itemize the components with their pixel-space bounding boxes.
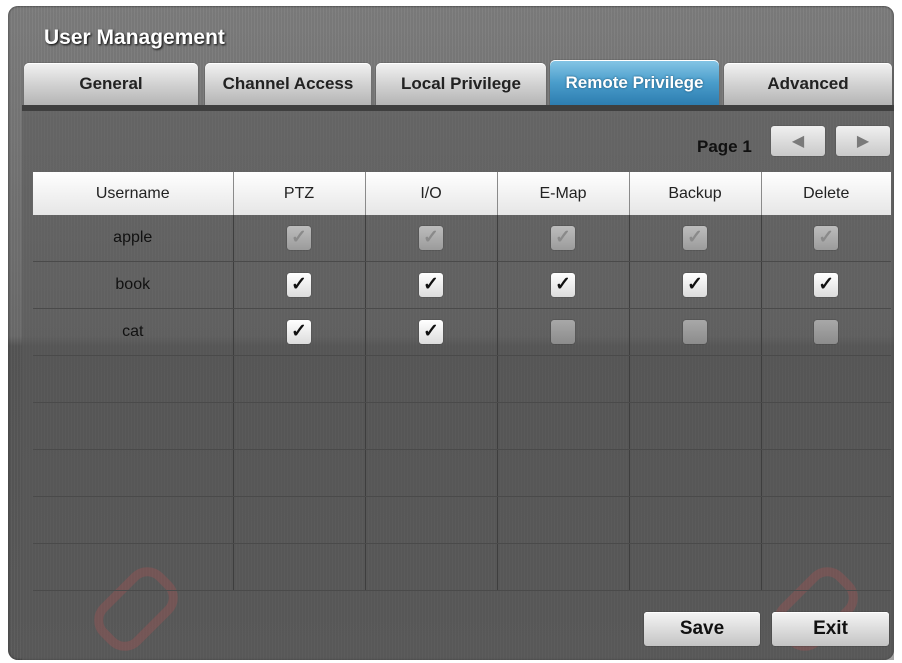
io-cell: ✓ — [365, 215, 498, 262]
column-header-username: Username — [33, 172, 234, 215]
backup-checkbox[interactable] — [683, 320, 707, 344]
empty-cell — [629, 355, 762, 403]
prev-page-button[interactable]: ◀ — [771, 126, 825, 156]
io-cell: ✓ — [365, 308, 498, 356]
emap-checkbox[interactable] — [551, 320, 575, 344]
empty-cell — [33, 543, 234, 591]
table-header-row: Username PTZ I/O E-Map Backup Delete — [33, 172, 891, 215]
page-indicator: Page 1 — [697, 137, 752, 156]
empty-cell — [365, 355, 498, 403]
empty-table-row — [33, 402, 891, 450]
empty-cell — [497, 496, 630, 544]
username-cell: cat — [33, 308, 234, 356]
column-header-backup: Backup — [629, 172, 762, 215]
empty-cell — [233, 496, 366, 544]
empty-cell — [233, 543, 366, 591]
column-header-io: I/O — [365, 172, 498, 215]
emap-cell — [497, 308, 630, 356]
io-cell: ✓ — [365, 261, 498, 309]
exit-button[interactable]: Exit — [772, 612, 889, 646]
window-title: User Management — [44, 26, 225, 49]
next-page-button[interactable]: ▶ — [836, 126, 890, 156]
left-triangle-icon: ◀ — [791, 133, 805, 150]
empty-cell — [233, 449, 366, 497]
io-checkbox: ✓ — [419, 226, 443, 250]
delete-checkbox[interactable]: ✓ — [814, 273, 839, 297]
empty-cell — [233, 402, 366, 450]
right-triangle-icon: ▶ — [856, 133, 870, 150]
backup-checkbox[interactable]: ✓ — [683, 273, 707, 297]
table-row: book ✓ ✓ ✓ ✓ ✓ — [33, 261, 891, 309]
table-row: cat ✓ ✓ — [33, 308, 891, 356]
ptz-cell: ✓ — [233, 308, 366, 356]
backup-cell: ✓ — [629, 215, 762, 262]
ptz-checkbox: ✓ — [287, 226, 311, 250]
empty-cell — [497, 543, 630, 591]
tab-general[interactable]: General — [24, 63, 198, 105]
empty-cell — [761, 355, 891, 403]
empty-cell — [33, 402, 234, 450]
privilege-table: Username PTZ I/O E-Map Backup Delete app… — [33, 172, 891, 591]
empty-table-row — [33, 496, 891, 544]
username-cell: book — [33, 261, 234, 309]
empty-table-row — [33, 449, 891, 497]
emap-checkbox[interactable]: ✓ — [551, 273, 575, 297]
empty-cell — [497, 355, 630, 403]
column-header-delete: Delete — [761, 172, 891, 215]
username-cell: apple — [33, 215, 234, 262]
ptz-cell: ✓ — [233, 215, 366, 262]
tab-remote-privilege[interactable]: Remote Privilege — [550, 60, 719, 105]
tab-bar: General Channel Access Local Privilege R… — [24, 60, 894, 111]
empty-cell — [629, 496, 762, 544]
empty-cell — [233, 355, 366, 403]
delete-checkbox[interactable] — [814, 320, 839, 344]
column-header-ptz: PTZ — [233, 172, 366, 215]
ptz-checkbox[interactable]: ✓ — [287, 320, 311, 344]
backup-cell: ✓ — [629, 261, 762, 309]
empty-cell — [629, 543, 762, 591]
empty-cell — [33, 496, 234, 544]
empty-cell — [761, 402, 891, 450]
emap-cell: ✓ — [497, 215, 630, 262]
backup-cell — [629, 308, 762, 356]
ptz-checkbox[interactable]: ✓ — [287, 273, 311, 297]
backup-checkbox: ✓ — [683, 226, 707, 250]
tab-local-privilege[interactable]: Local Privilege — [376, 63, 546, 105]
empty-cell — [629, 402, 762, 450]
delete-cell — [761, 308, 891, 356]
empty-cell — [497, 402, 630, 450]
delete-cell: ✓ — [761, 215, 891, 262]
emap-checkbox: ✓ — [551, 226, 575, 250]
empty-cell — [33, 449, 234, 497]
io-checkbox[interactable]: ✓ — [419, 320, 443, 344]
delete-checkbox: ✓ — [814, 226, 839, 250]
tab-advanced[interactable]: Advanced — [724, 63, 892, 105]
delete-cell: ✓ — [761, 261, 891, 309]
empty-cell — [761, 543, 891, 591]
empty-cell — [761, 496, 891, 544]
empty-cell — [365, 402, 498, 450]
save-button[interactable]: Save — [644, 612, 760, 646]
empty-cell — [365, 496, 498, 544]
empty-cell — [497, 449, 630, 497]
empty-table-row — [33, 543, 891, 591]
empty-cell — [629, 449, 762, 497]
empty-cell — [365, 543, 498, 591]
empty-cell — [33, 355, 234, 403]
io-checkbox[interactable]: ✓ — [419, 273, 443, 297]
tab-channel-access[interactable]: Channel Access — [205, 63, 371, 105]
emap-cell: ✓ — [497, 261, 630, 309]
empty-table-row — [33, 355, 891, 403]
column-header-emap: E-Map — [497, 172, 630, 215]
empty-cell — [761, 449, 891, 497]
empty-cell — [365, 449, 498, 497]
table-row: apple ✓ ✓ ✓ ✓ ✓ — [33, 215, 891, 262]
ptz-cell: ✓ — [233, 261, 366, 309]
